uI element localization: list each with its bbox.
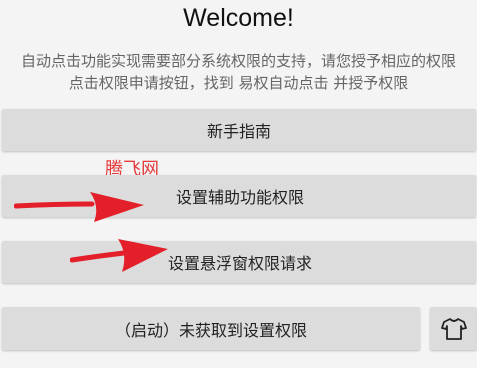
overlay-permission-label: 设置悬浮窗权限请求 (167, 254, 312, 273)
guide-button[interactable]: 新手指南 (2, 109, 476, 151)
description-line-1: 自动点击功能实现需要部分系统权限的支持，请您授予相应的权限 (20, 52, 456, 70)
page-title: Welcome! (183, 4, 294, 32)
theme-button[interactable] (430, 307, 477, 350)
app-screen: Welcome! 自动点击功能实现需要部分系统权限的支持，请您授予相应的权限 点… (0, 0, 477, 368)
accessibility-permission-label: 设置辅助功能权限 (175, 188, 304, 207)
t-shirt-icon (440, 317, 467, 340)
red-arrow-icon (70, 239, 168, 272)
red-arrow-icon (14, 192, 144, 222)
guide-button-label: 新手指南 (206, 122, 271, 141)
start-button-label: （启动）未获取到设置权限 (114, 320, 307, 340)
start-button[interactable]: （启动）未获取到设置权限 (2, 307, 420, 350)
description-line-2: 点击权限申请按钮，找到 易权自动点击 并授予权限 (68, 74, 409, 92)
